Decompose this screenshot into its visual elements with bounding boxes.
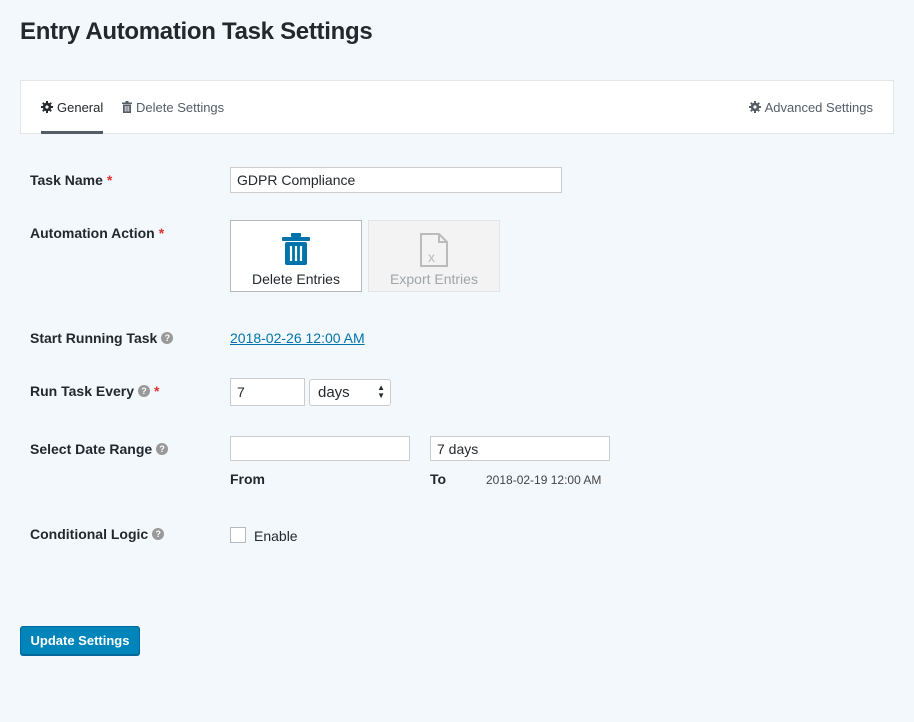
from-label: From [230, 471, 265, 487]
run-every-number-input[interactable] [230, 378, 305, 406]
excel-file-icon: x [419, 233, 449, 270]
run-every-unit-select[interactable]: days ▲ ▼ [309, 379, 391, 406]
tab-label: General [57, 99, 104, 115]
settings-tabs: General Delete Settings Advanced Setting… [20, 80, 894, 134]
update-settings-button[interactable]: Update Settings [20, 626, 140, 655]
help-icon[interactable]: ? [161, 332, 174, 344]
task-name-input[interactable] [230, 167, 562, 193]
task-name-label: Task Name * [30, 172, 112, 188]
required-marker: * [158, 225, 165, 241]
automation-action-label: Automation Action * [30, 225, 164, 241]
select-value: days [318, 384, 350, 401]
help-icon[interactable]: ? [138, 385, 151, 397]
svg-text:x: x [428, 249, 435, 265]
option-label: Export Entries [390, 271, 478, 287]
tab-general[interactable]: General [41, 81, 104, 134]
gear-icon [41, 101, 53, 113]
label-text: Conditional Logic [30, 526, 149, 542]
conditional-logic-label: Conditional Logic ? [30, 526, 165, 542]
enable-conditional-logic-checkbox[interactable] [230, 527, 246, 543]
help-icon[interactable]: ? [152, 528, 165, 540]
tab-advanced-settings[interactable]: Advanced Settings [748, 81, 873, 133]
export-entries-option: x Export Entries [368, 220, 500, 292]
run-every-label: Run Task Every ? * [30, 383, 159, 399]
start-running-label: Start Running Task ? [30, 330, 174, 346]
date-range-from-input[interactable] [230, 436, 410, 461]
label-text: Automation Action [30, 225, 155, 241]
tab-label: Delete Settings [136, 99, 225, 115]
trash-icon [122, 101, 132, 113]
page-title: Entry Automation Task Settings [20, 18, 373, 45]
tab-delete-settings[interactable]: Delete Settings [122, 81, 224, 133]
required-marker: * [106, 172, 113, 188]
to-label: To [430, 471, 447, 487]
label-text: Select Date Range [30, 441, 153, 457]
option-label: Delete Entries [252, 271, 340, 287]
label-text: Start Running Task [30, 330, 158, 346]
enable-label[interactable]: Enable [254, 528, 298, 544]
gear-icon [748, 101, 761, 113]
label-text: Run Task Every [30, 383, 135, 399]
help-icon[interactable]: ? [156, 443, 169, 455]
delete-entries-option[interactable]: Delete Entries [230, 220, 362, 292]
select-arrows-icon: ▲ ▼ [377, 383, 385, 400]
required-marker: * [154, 383, 160, 399]
date-range-to-input[interactable] [430, 436, 610, 461]
trash-icon [282, 233, 310, 268]
to-date-text: 2018-02-19 12:00 AM [486, 473, 602, 487]
start-datetime-link[interactable]: 2018-02-26 12:00 AM [230, 330, 365, 346]
date-range-label: Select Date Range ? [30, 441, 169, 457]
label-text: Task Name [30, 172, 103, 188]
tab-label: Advanced Settings [764, 99, 873, 115]
